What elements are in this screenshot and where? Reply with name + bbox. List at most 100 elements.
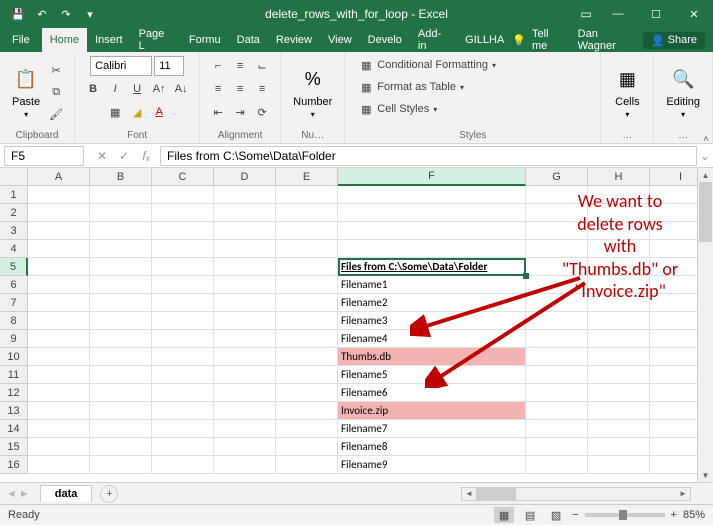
cell-G8[interactable]	[526, 312, 588, 330]
cell-H16[interactable]	[588, 456, 650, 474]
insert-function-icon[interactable]: fₓ	[136, 146, 156, 166]
cell-H7[interactable]	[588, 294, 650, 312]
sheet-nav-prev-icon[interactable]: ◄	[6, 488, 17, 500]
fill-handle[interactable]	[523, 273, 529, 279]
zoom-in-icon[interactable]: +	[671, 509, 677, 521]
page-break-view-icon[interactable]: ▧	[546, 507, 566, 523]
cell-D4[interactable]	[214, 240, 276, 258]
tab-review[interactable]: Review	[268, 28, 320, 52]
tab-home[interactable]: Home	[42, 28, 87, 52]
cell-D5[interactable]	[214, 258, 276, 276]
cell-F7[interactable]: Filename2	[338, 294, 526, 312]
column-header-E[interactable]: E	[276, 168, 338, 186]
tab-data[interactable]: Data	[229, 28, 268, 52]
cell-D8[interactable]	[214, 312, 276, 330]
cell-E14[interactable]	[276, 420, 338, 438]
cell-F8[interactable]: Filename3	[338, 312, 526, 330]
align-center-button[interactable]: ≡	[230, 79, 250, 99]
cell-B14[interactable]	[90, 420, 152, 438]
maximize-button[interactable]: ☐	[637, 0, 675, 28]
cell-E8[interactable]	[276, 312, 338, 330]
cell-G12[interactable]	[526, 384, 588, 402]
tab-gillha[interactable]: GILLHA	[457, 28, 512, 52]
cell-E9[interactable]	[276, 330, 338, 348]
close-button[interactable]: ✕	[675, 0, 713, 28]
cell-F2[interactable]	[338, 204, 526, 222]
cell-G16[interactable]	[526, 456, 588, 474]
bold-button[interactable]: B	[83, 79, 103, 99]
cell-F3[interactable]	[338, 222, 526, 240]
enter-formula-icon[interactable]: ✓	[114, 146, 134, 166]
cell-B5[interactable]	[90, 258, 152, 276]
cell-H14[interactable]	[588, 420, 650, 438]
cell-C10[interactable]	[152, 348, 214, 366]
number-format-button[interactable]: % Number ▾	[289, 64, 336, 121]
cell-B9[interactable]	[90, 330, 152, 348]
cell-F1[interactable]	[338, 186, 526, 204]
row-header-7[interactable]: 7	[0, 294, 28, 312]
row-header-14[interactable]: 14	[0, 420, 28, 438]
cell-E1[interactable]	[276, 186, 338, 204]
format-as-table-button[interactable]: ▦ Format as Table ▾	[353, 78, 470, 96]
minimize-button[interactable]: —	[599, 0, 637, 28]
cell-D13[interactable]	[214, 402, 276, 420]
cell-F12[interactable]: Filename6	[338, 384, 526, 402]
tab-formulas[interactable]: Formu	[181, 28, 229, 52]
vscroll-thumb[interactable]	[699, 182, 712, 242]
cell-B15[interactable]	[90, 438, 152, 456]
cell-G14[interactable]	[526, 420, 588, 438]
increase-indent-button[interactable]: ⇥	[230, 102, 250, 122]
column-header-C[interactable]: C	[152, 168, 214, 186]
font-name-select[interactable]: Calibri	[90, 56, 152, 76]
row-header-15[interactable]: 15	[0, 438, 28, 456]
cell-C15[interactable]	[152, 438, 214, 456]
cell-A11[interactable]	[28, 366, 90, 384]
zoom-slider[interactable]	[585, 513, 665, 517]
align-right-button[interactable]: ≡	[252, 79, 272, 99]
cell-H12[interactable]	[588, 384, 650, 402]
cell-G11[interactable]	[526, 366, 588, 384]
cell-D6[interactable]	[214, 276, 276, 294]
cell-A6[interactable]	[28, 276, 90, 294]
tab-view[interactable]: View	[320, 28, 360, 52]
cell-D15[interactable]	[214, 438, 276, 456]
cell-B1[interactable]	[90, 186, 152, 204]
cell-G13[interactable]	[526, 402, 588, 420]
column-header-F[interactable]: F	[338, 168, 526, 186]
scroll-right-icon[interactable]: ►	[676, 488, 690, 500]
tell-me[interactable]: Tell me	[532, 28, 566, 52]
row-header-9[interactable]: 9	[0, 330, 28, 348]
page-layout-view-icon[interactable]: ▤	[520, 507, 540, 523]
cell-H9[interactable]	[588, 330, 650, 348]
cell-B6[interactable]	[90, 276, 152, 294]
borders-button[interactable]: ▦	[105, 102, 125, 122]
cell-G4[interactable]	[526, 240, 588, 258]
row-header-5[interactable]: 5	[0, 258, 28, 276]
cell-H5[interactable]	[588, 258, 650, 276]
horizontal-scrollbar[interactable]: ◄ ►	[461, 487, 691, 501]
cell-B3[interactable]	[90, 222, 152, 240]
cell-B2[interactable]	[90, 204, 152, 222]
italic-button[interactable]: I	[105, 79, 125, 99]
cell-G15[interactable]	[526, 438, 588, 456]
cell-E16[interactable]	[276, 456, 338, 474]
cell-B4[interactable]	[90, 240, 152, 258]
align-middle-button[interactable]: ≡	[230, 56, 250, 76]
paste-button[interactable]: 📋 Paste ▾	[8, 64, 44, 121]
cell-B7[interactable]	[90, 294, 152, 312]
cell-A8[interactable]	[28, 312, 90, 330]
worksheet-grid[interactable]: ABCDEFGHIJ 12345678910111213141516 Files…	[0, 168, 713, 482]
cell-C2[interactable]	[152, 204, 214, 222]
column-header-H[interactable]: H	[588, 168, 650, 186]
cell-D9[interactable]	[214, 330, 276, 348]
cell-C3[interactable]	[152, 222, 214, 240]
cell-H8[interactable]	[588, 312, 650, 330]
cell-D7[interactable]	[214, 294, 276, 312]
cell-H3[interactable]	[588, 222, 650, 240]
cell-G7[interactable]	[526, 294, 588, 312]
cell-B10[interactable]	[90, 348, 152, 366]
cancel-formula-icon[interactable]: ✕	[92, 146, 112, 166]
cell-A15[interactable]	[28, 438, 90, 456]
select-all-button[interactable]	[0, 168, 28, 186]
decrease-indent-button[interactable]: ⇤	[208, 102, 228, 122]
